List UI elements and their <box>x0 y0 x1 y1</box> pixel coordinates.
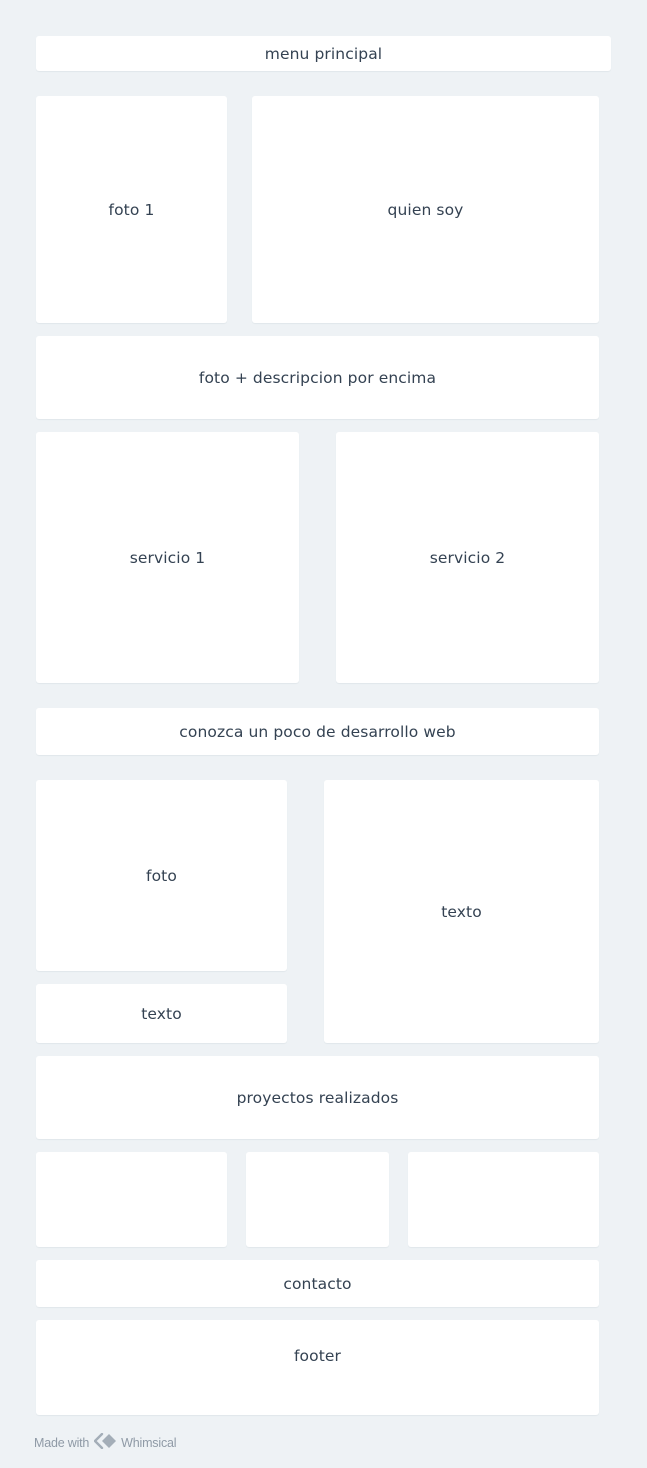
texto-small-box: texto <box>36 984 287 1043</box>
foto-descripcion-box: foto + descripcion por encima <box>36 336 599 419</box>
foto-1-label: foto 1 <box>108 200 155 219</box>
made-with-text: Made with <box>34 1435 90 1450</box>
servicio-2-box: servicio 2 <box>336 432 599 683</box>
proyecto-2-box <box>246 1152 389 1247</box>
conozca-label: conozca un poco de desarrollo web <box>179 722 456 741</box>
made-with-credit[interactable]: Made with Whimsical <box>34 1432 177 1452</box>
footer-box: footer <box>36 1320 599 1415</box>
foto-descripcion-label: foto + descripcion por encima <box>198 368 437 387</box>
footer-label: footer <box>293 1347 341 1365</box>
whimsical-logo-icon <box>93 1432 118 1452</box>
menu-principal-label: menu principal <box>264 44 383 63</box>
whimsical-brand-text: Whimsical <box>121 1435 177 1450</box>
contacto-label: contacto <box>283 1274 352 1293</box>
proyecto-1-box <box>36 1152 227 1247</box>
quien-soy-label: quien soy <box>387 200 464 219</box>
proyectos-label: proyectos realizados <box>236 1088 399 1107</box>
foto-label: foto <box>146 866 177 885</box>
proyectos-box: proyectos realizados <box>36 1056 599 1139</box>
proyecto-3-box <box>408 1152 599 1247</box>
menu-principal-box: menu principal <box>36 36 611 71</box>
foto-box: foto <box>36 780 287 971</box>
texto-small-label: texto <box>141 1004 182 1023</box>
foto-1-box: foto 1 <box>36 96 227 323</box>
servicio-1-box: servicio 1 <box>36 432 299 683</box>
servicio-1-label: servicio 1 <box>129 548 206 567</box>
contacto-box: contacto <box>36 1260 599 1307</box>
texto-big-box: texto <box>324 780 599 1043</box>
quien-soy-box: quien soy <box>252 96 599 323</box>
conozca-box: conozca un poco de desarrollo web <box>36 708 599 755</box>
texto-big-label: texto <box>441 902 482 921</box>
servicio-2-label: servicio 2 <box>429 548 506 567</box>
